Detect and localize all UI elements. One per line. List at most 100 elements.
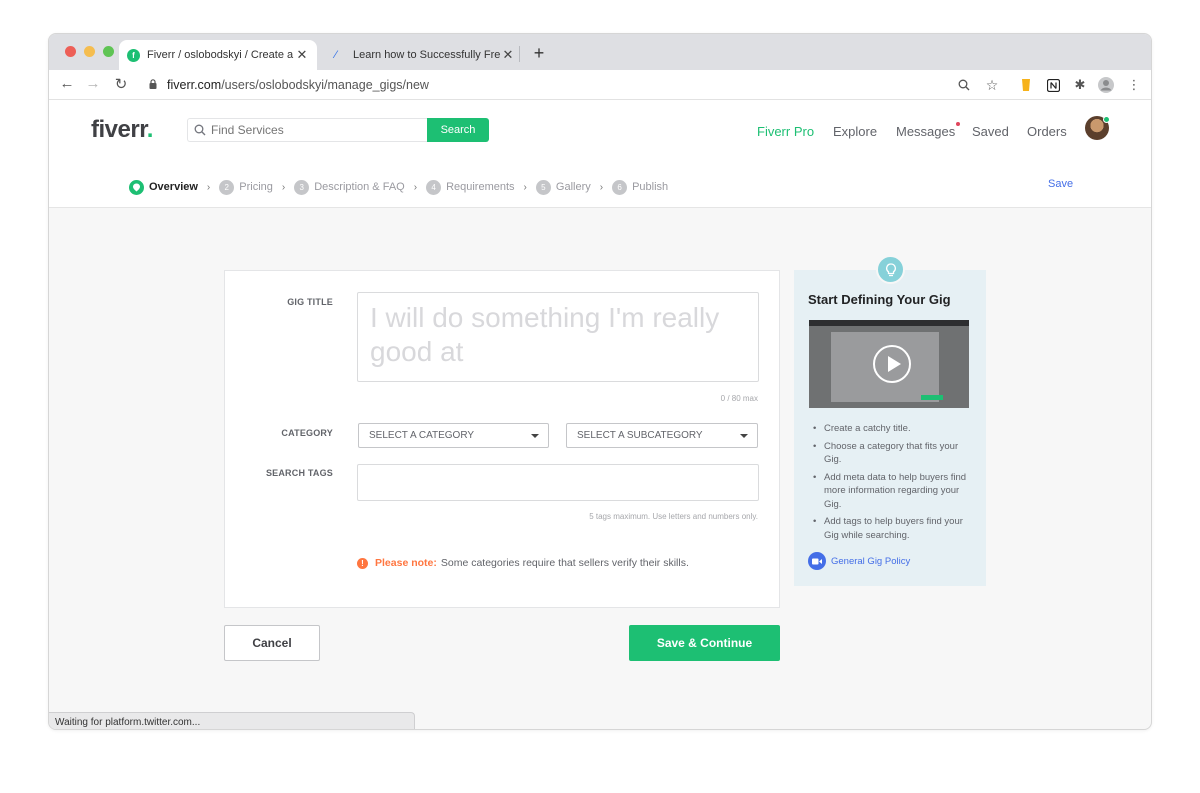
tab-title: Fiverr / oslobodskyi / Create a xyxy=(147,49,294,61)
minimize-window-button[interactable] xyxy=(84,46,95,57)
list-item: Add tags to help buyers find your Gig wh… xyxy=(812,515,976,542)
category-select-value: SELECT A CATEGORY xyxy=(369,430,475,441)
search-button[interactable]: Search xyxy=(427,118,489,142)
subcategory-select-value: SELECT A SUBCATEGORY xyxy=(577,430,703,441)
new-tab-icon[interactable]: + xyxy=(529,43,549,64)
back-arrow-icon[interactable]: ← xyxy=(57,75,77,92)
search-icon xyxy=(194,124,206,136)
video-thumbnail-button xyxy=(921,395,943,400)
nav-explore[interactable]: Explore xyxy=(833,124,877,139)
list-item: Create a catchy title. xyxy=(812,422,976,436)
step-publish[interactable]: 6 Publish xyxy=(612,179,669,195)
chevron-right-icon: › xyxy=(281,181,286,193)
extension-notion-icon[interactable] xyxy=(1044,76,1062,94)
logo-dot: . xyxy=(146,116,154,143)
url-path: /users/oslobodskyi/manage_gigs/new xyxy=(221,78,429,92)
logo-text: fiverr xyxy=(91,116,147,143)
video-thumbnail-bar xyxy=(809,320,969,326)
fiverr-logo[interactable]: fiverr. xyxy=(91,116,153,144)
tab-title: Learn how to Successfully Fre xyxy=(353,49,501,61)
chevron-right-icon: › xyxy=(206,181,211,193)
chevron-right-icon: › xyxy=(413,181,418,193)
browser-tab-learn[interactable]: ⁄ Learn how to Successfully Fre ✕ xyxy=(327,40,523,70)
search-box xyxy=(187,118,427,142)
tags-hint: 5 tags maximum. Use letters and numbers … xyxy=(589,512,758,521)
tutorial-video[interactable] xyxy=(809,320,969,408)
close-tab-icon[interactable]: ✕ xyxy=(501,47,515,63)
verification-note: ! Please note: Some categories require t… xyxy=(357,557,689,569)
lock-icon xyxy=(149,79,157,89)
search-tags-label: SEARCH TAGS xyxy=(265,468,333,478)
online-status-icon xyxy=(1103,116,1110,123)
browser-toolbar: ← → ↻ fiverr.com/users/oslobodskyi/manag… xyxy=(49,70,1151,100)
gig-title-input[interactable] xyxy=(370,301,746,373)
browser-status-bar: Waiting for platform.twitter.com... xyxy=(49,712,415,729)
step-label: Overview xyxy=(149,181,198,193)
nav-orders[interactable]: Orders xyxy=(1027,124,1067,139)
note-text: Some categories require that sellers ver… xyxy=(440,557,689,569)
zoom-icon[interactable] xyxy=(955,76,973,94)
step-requirements[interactable]: 4 Requirements xyxy=(426,179,515,195)
chevron-right-icon: › xyxy=(599,181,604,193)
search-input[interactable] xyxy=(211,123,411,137)
help-panel: Start Defining Your Gig Create a catchy … xyxy=(794,270,986,586)
save-continue-button[interactable]: Save & Continue xyxy=(629,625,780,661)
step-number: 2 xyxy=(219,179,235,195)
extensions-puzzle-icon[interactable]: ✱ xyxy=(1071,76,1089,94)
close-tab-icon[interactable]: ✕ xyxy=(295,47,309,63)
save-link[interactable]: Save xyxy=(1048,178,1073,190)
category-label: CATEGORY xyxy=(281,428,333,438)
step-overview[interactable]: Overview xyxy=(129,179,198,195)
search-tags-input[interactable] xyxy=(357,464,759,501)
url-host: fiverr.com xyxy=(167,78,222,92)
gig-overview-form: GIG TITLE 0 / 80 max CATEGORY SELECT A C… xyxy=(224,270,780,608)
step-check-icon xyxy=(129,179,144,195)
subcategory-select[interactable]: SELECT A SUBCATEGORY xyxy=(566,423,758,448)
gig-policy-link[interactable]: General Gig Policy xyxy=(808,552,910,570)
maximize-window-button[interactable] xyxy=(103,46,114,57)
extension-honey-icon[interactable] xyxy=(1017,76,1035,94)
reload-icon[interactable]: ↻ xyxy=(111,75,131,93)
step-pricing[interactable]: 2 Pricing xyxy=(219,179,273,195)
step-label: Publish xyxy=(632,181,669,193)
address-bar[interactable]: fiverr.com/users/oslobodskyi/manage_gigs… xyxy=(167,78,429,92)
browser-tab-fiverr[interactable]: f Fiverr / oslobodskyi / Create a ✕ xyxy=(119,40,317,70)
step-number: 6 xyxy=(612,179,628,195)
play-icon[interactable] xyxy=(873,345,911,383)
browser-menu-icon[interactable]: ⋮ xyxy=(1125,76,1143,94)
step-number: 5 xyxy=(535,179,551,195)
step-description-faq[interactable]: 3 Description & FAQ xyxy=(294,179,405,195)
nav-saved[interactable]: Saved xyxy=(972,124,1009,139)
list-item: Choose a category that fits your Gig. xyxy=(812,440,976,467)
step-label: Requirements xyxy=(446,181,515,193)
progress-steps: Overview › 2 Pricing › 3 Description & F… xyxy=(129,177,668,197)
step-gallery[interactable]: 5 Gallery xyxy=(535,179,591,195)
close-window-button[interactable] xyxy=(65,46,76,57)
step-number: 4 xyxy=(426,179,442,195)
nav-fiverr-pro[interactable]: Fiverr Pro xyxy=(757,124,814,139)
fiverr-favicon-icon: f xyxy=(127,48,140,62)
cancel-button[interactable]: Cancel xyxy=(224,625,320,661)
page-favicon-icon: ⁄ xyxy=(335,49,337,61)
category-select[interactable]: SELECT A CATEGORY xyxy=(358,423,549,448)
gig-title-field xyxy=(357,292,759,382)
step-label: Description & FAQ xyxy=(314,181,405,193)
tab-strip: f Fiverr / oslobodskyi / Create a ✕ ⁄ Le… xyxy=(49,34,1151,70)
profile-icon[interactable] xyxy=(1097,76,1115,94)
caret-down-icon xyxy=(531,434,539,438)
bookmark-star-icon[interactable]: ☆ xyxy=(983,76,1001,94)
info-icon: ! xyxy=(357,557,368,569)
tips-list: Create a catchy title. Choose a category… xyxy=(812,422,976,546)
nav-messages[interactable]: Messages xyxy=(896,124,955,139)
forward-arrow-icon[interactable]: → xyxy=(83,75,103,92)
panel-title: Start Defining Your Gig xyxy=(808,292,951,307)
chevron-right-icon: › xyxy=(523,181,527,193)
video-camera-icon xyxy=(808,552,826,570)
policy-link-text: General Gig Policy xyxy=(831,555,911,567)
step-label: Pricing xyxy=(239,181,273,193)
browser-window: f Fiverr / oslobodskyi / Create a ✕ ⁄ Le… xyxy=(48,33,1152,730)
note-strong: Please note: xyxy=(375,557,437,569)
tab-divider xyxy=(519,46,520,62)
gig-title-label: GIG TITLE xyxy=(287,297,333,307)
site-header: fiverr. Search Fiverr Pro Explore Messag… xyxy=(49,100,1151,208)
